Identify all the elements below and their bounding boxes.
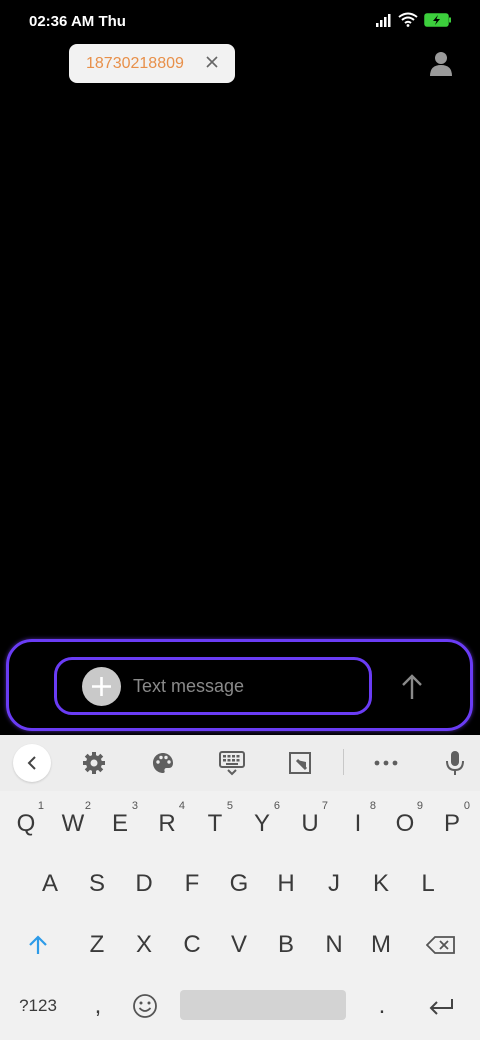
key-b[interactable]: B (265, 919, 307, 971)
wifi-icon (398, 12, 418, 32)
enter-icon (429, 999, 453, 1015)
key-h[interactable]: H (265, 858, 307, 910)
symbols-key[interactable]: ?123 (12, 980, 64, 1032)
keyboard: Q1 W2 E3 R4 T5 Y6 U7 I8 O9 P0 A S D F G … (0, 735, 480, 1040)
toolbar-divider (343, 749, 344, 775)
status-bar: 02:36 AM Thu (0, 0, 480, 42)
emoji-icon (133, 994, 157, 1018)
key-q[interactable]: Q1 (5, 798, 47, 850)
emoji-key[interactable] (124, 980, 166, 1032)
key-p[interactable]: P0 (431, 798, 473, 850)
backspace-icon (426, 936, 455, 954)
message-input[interactable] (133, 672, 358, 700)
mic-icon[interactable] (441, 749, 469, 777)
key-o[interactable]: O9 (384, 798, 426, 850)
more-icon[interactable] (372, 749, 400, 777)
key-t[interactable]: T5 (194, 798, 236, 850)
key-s[interactable]: S (76, 858, 118, 910)
comma-key[interactable]: , (77, 980, 119, 1032)
key-m[interactable]: M (360, 919, 402, 971)
battery-charging-icon (424, 12, 452, 32)
gear-icon[interactable] (80, 749, 108, 777)
key-g[interactable]: G (218, 858, 260, 910)
enter-key[interactable] (420, 980, 462, 1032)
key-v[interactable]: V (218, 919, 260, 971)
key-d[interactable]: D (123, 858, 165, 910)
palette-icon[interactable] (149, 749, 177, 777)
key-a[interactable]: A (29, 858, 71, 910)
keyboard-toolbar (0, 735, 480, 791)
back-icon[interactable] (13, 744, 51, 782)
arrow-up-icon (402, 674, 422, 699)
shift-icon (29, 935, 47, 954)
shift-key[interactable] (17, 919, 59, 971)
close-icon[interactable] (204, 54, 220, 70)
contact-icon[interactable] (428, 50, 454, 78)
key-u[interactable]: U7 (289, 798, 331, 850)
key-x[interactable]: X (123, 919, 165, 971)
resize-icon[interactable] (286, 749, 314, 777)
recipient-chip[interactable]: 18730218809 (69, 44, 235, 83)
key-l[interactable]: L (407, 858, 449, 910)
signal-icon (376, 13, 392, 32)
recipient-number: 18730218809 (86, 55, 184, 72)
key-k[interactable]: K (360, 858, 402, 910)
key-i[interactable]: I8 (337, 798, 379, 850)
key-y[interactable]: Y6 (241, 798, 283, 850)
key-c[interactable]: C (171, 919, 213, 971)
key-n[interactable]: N (313, 919, 355, 971)
key-e[interactable]: E3 (99, 798, 141, 850)
key-j[interactable]: J (313, 858, 355, 910)
status-time: 02:36 AM Thu (29, 13, 126, 30)
period-key[interactable]: . (361, 980, 403, 1032)
plus-icon (92, 677, 111, 696)
key-w[interactable]: W2 (52, 798, 94, 850)
keyboard-icon[interactable] (218, 749, 246, 777)
key-r[interactable]: R4 (146, 798, 188, 850)
status-icons (376, 12, 452, 32)
backspace-key[interactable] (420, 919, 462, 971)
space-key[interactable] (180, 990, 346, 1020)
key-f[interactable]: F (171, 858, 213, 910)
add-attachment-button[interactable] (82, 667, 121, 706)
send-button[interactable] (398, 672, 426, 702)
key-z[interactable]: Z (76, 919, 118, 971)
